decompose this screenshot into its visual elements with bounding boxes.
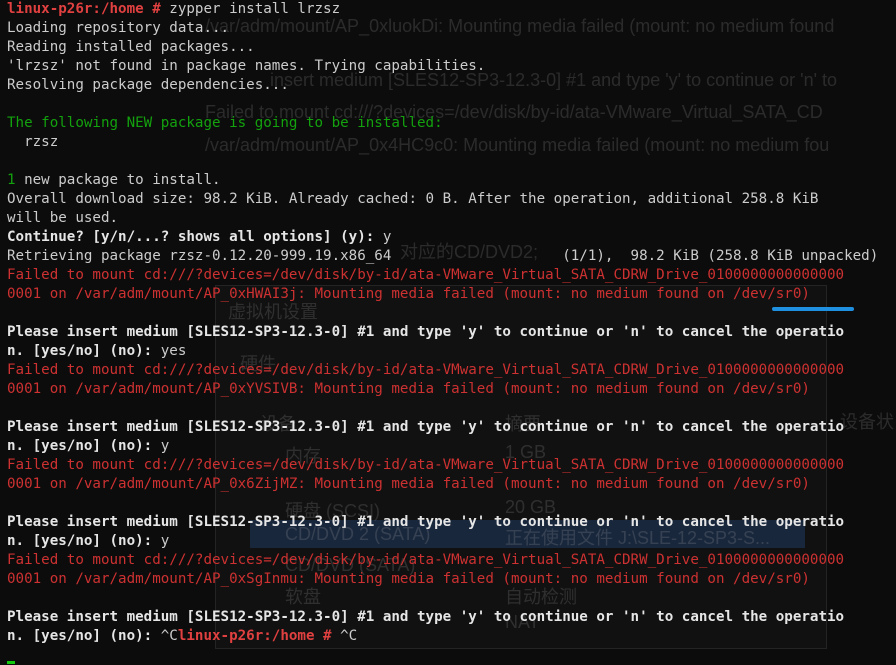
terminal-line: 1 new package to install. (7, 172, 221, 188)
terminal-line: Resolving package dependencies... (7, 77, 289, 93)
terminal-line: Please insert medium [SLES12-SP3-12.3-0]… (7, 419, 845, 435)
terminal-line: Reading installed packages... (7, 39, 255, 55)
terminal-line: 0001 on /var/adm/mount/AP_0xHWAI3j: Moun… (7, 286, 810, 302)
terminal-line: Please insert medium [SLES12-SP3-12.3-0]… (7, 609, 845, 625)
terminal-line: Please insert medium [SLES12-SP3-12.3-0]… (7, 514, 845, 530)
terminal-line: Overall download size: 98.2 KiB. Already… (7, 191, 819, 207)
terminal-line: 'lrzsz' not found in package names. Tryi… (7, 58, 486, 74)
highlight-underline (772, 307, 854, 311)
terminal-line: Failed to mount cd:///?devices=/dev/disk… (7, 552, 845, 568)
terminal-line: n. [yes/no] (no): ^Clinux-p26r:/home # ^… (7, 628, 358, 644)
terminal-line: Failed to mount cd:///?devices=/dev/disk… (7, 362, 845, 378)
terminal-line: rzsz (7, 134, 59, 150)
terminal-line: n. [yes/no] (no): y (7, 533, 170, 549)
terminal-line: n. [yes/no] (no): yes (7, 343, 187, 359)
terminal-cursor-line (7, 646, 896, 665)
cursor-icon (7, 661, 15, 664)
terminal-line: Retrieving package rzsz-0.12.20-999.19.x… (7, 248, 879, 264)
terminal-line: Failed to mount cd:///?devices=/dev/disk… (7, 267, 845, 283)
terminal-line: Continue? [y/n/...? shows all options] (… (7, 229, 392, 245)
terminal-line: 0001 on /var/adm/mount/AP_0x6ZijMZ: Moun… (7, 476, 810, 492)
terminal-line: 0001 on /var/adm/mount/AP_0xSgInmu: Moun… (7, 571, 810, 587)
terminal-line: Loading repository data... (7, 20, 230, 36)
terminal-line: Failed to mount cd:///?devices=/dev/disk… (7, 457, 845, 473)
terminal-line: will be used. (7, 210, 119, 226)
terminal-line: The following NEW package is going to be… (7, 115, 443, 131)
terminal-line: n. [yes/no] (no): y (7, 438, 170, 454)
terminal-line: 0001 on /var/adm/mount/AP_0xYVSIVB: Moun… (7, 381, 810, 397)
terminal-line: linux-p26r:/home # zypper install lrzsz (7, 1, 341, 17)
terminal-line: Please insert medium [SLES12-SP3-12.3-0]… (7, 324, 845, 340)
terminal-output[interactable]: linux-p26r:/home # zypper install lrzsz L… (0, 0, 896, 664)
